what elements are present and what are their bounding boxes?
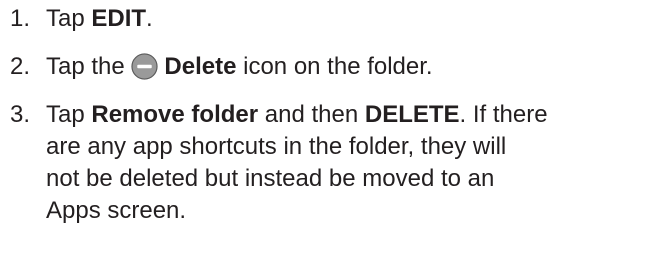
delete-icon: [131, 53, 159, 80]
step-number: 3.: [10, 101, 31, 128]
step-line: Tap Remove folder and then DELETE. If th…: [46, 99, 646, 131]
step-line: are any app shortcuts in the folder, the…: [46, 133, 507, 160]
step-text-part: and then: [258, 101, 365, 128]
delete-confirm-label: DELETE: [364, 101, 460, 128]
step-number: 2.: [10, 53, 31, 80]
step-text: Tap the Delete icon on the folder.: [46, 51, 646, 83]
step-text-part: . If there: [459, 101, 548, 128]
step-text: Tap EDIT.: [46, 3, 646, 35]
step-line: not be deleted but instead be moved to a…: [46, 165, 495, 192]
edit-label: EDIT: [91, 5, 147, 32]
step-text-part: icon on the folder.: [236, 53, 433, 80]
step-text-part: Tap: [46, 101, 92, 128]
step-line: Apps screen.: [46, 197, 187, 224]
step-text: Tap Remove folder and then DELETE. If th…: [46, 99, 646, 227]
step-text-part: Tap the: [46, 53, 132, 80]
remove-folder-label: Remove folder: [91, 101, 259, 128]
delete-label: Delete: [164, 53, 237, 80]
step-text-part: Tap: [46, 5, 92, 32]
step-number: 1.: [10, 5, 31, 32]
step-text-part: .: [146, 5, 153, 32]
